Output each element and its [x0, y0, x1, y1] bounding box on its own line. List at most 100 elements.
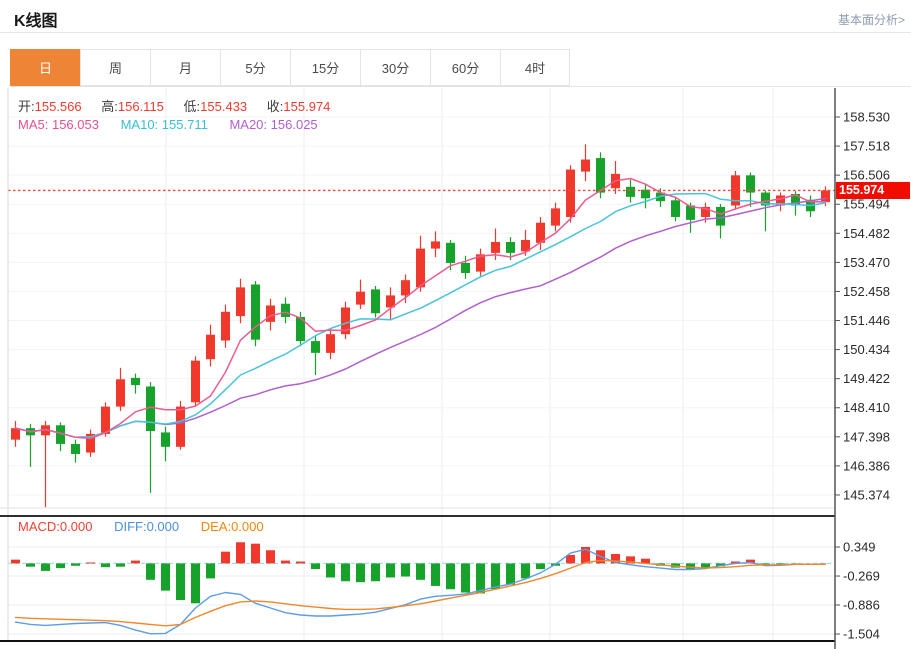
period-tabbar: 日周月 5分 15分 30分 60分 4时: [10, 49, 911, 87]
axis-label: 157.518: [843, 139, 890, 154]
candle: [626, 179, 635, 203]
axis-label: -1.504: [843, 627, 880, 642]
tab-period-6[interactable]: 60分: [430, 49, 500, 86]
macd-bar: [131, 560, 140, 564]
candle: [326, 329, 335, 360]
macd-bar: [341, 563, 350, 582]
current-price-badge: 155.974: [836, 182, 910, 199]
ohlc-readout: 开:155.566 高:156.115 低:155.433 收:155.974: [18, 96, 346, 115]
macd-bar: [521, 563, 530, 579]
axis-label: 151.446: [843, 313, 890, 328]
macd-readout: MACD:0.000 DIFF:0.000 DEA:0.000: [18, 519, 282, 534]
diff-label: DIFF:: [114, 519, 147, 534]
macd-label: MACD:: [18, 519, 60, 534]
dea-value: 0.000: [231, 519, 264, 534]
candle: [596, 152, 605, 199]
dea-label: DEA:: [200, 519, 232, 534]
axis-label: 149.422: [843, 371, 890, 386]
ma10-value: 155.711: [161, 117, 208, 132]
close-label: 收:: [266, 99, 284, 114]
macd-bar: [371, 563, 380, 582]
high-label: 高:: [101, 99, 118, 114]
candle: [71, 439, 80, 463]
ma5-value: 156.053: [51, 117, 99, 132]
macd-bar: [236, 542, 245, 564]
tab-period-5[interactable]: 30分: [360, 49, 430, 86]
macd-bar: [101, 563, 110, 568]
open-value: 155.566: [34, 99, 82, 114]
candle: [86, 429, 95, 457]
tab-period-3[interactable]: 5分: [220, 49, 290, 86]
candle: [776, 192, 785, 212]
axis-label: 154.482: [843, 226, 890, 241]
macd-bar: [491, 563, 500, 590]
macd-histogram: [11, 542, 800, 604]
candle: [341, 301, 350, 340]
kline-chart-canvas[interactable]: 158.530157.518156.506155.494154.482153.4…: [0, 88, 911, 649]
macd-bar: [536, 563, 545, 570]
candle: [611, 160, 620, 194]
candle: [131, 373, 140, 394]
macd-bar: [296, 561, 305, 564]
macd-bar: [161, 563, 170, 591]
candle: [431, 231, 440, 258]
candle: [176, 400, 185, 450]
diff-value: 0.000: [146, 519, 180, 534]
candle: [11, 420, 20, 447]
axis-label: 158.530: [843, 110, 890, 125]
tab-period-1[interactable]: 周: [80, 49, 150, 86]
macd-bar: [356, 563, 365, 583]
ma-readout: MA5: 156.053 MA10: 155.711 MA20: 156.025: [18, 117, 336, 132]
macd-bar: [146, 563, 155, 580]
axis-label: 152.458: [843, 284, 890, 299]
candles-layer: [11, 144, 830, 508]
macd-bar: [686, 563, 695, 570]
axis-label: 145.374: [843, 487, 890, 502]
tab-period-2[interactable]: 月: [150, 49, 220, 86]
tab-period-7[interactable]: 4时: [500, 49, 570, 86]
candle: [761, 191, 770, 232]
low-label: 低:: [183, 99, 201, 114]
macd-bar: [401, 563, 410, 577]
candle: [386, 287, 395, 321]
candle: [371, 285, 380, 318]
axis-label: 147.398: [843, 429, 890, 444]
kline-chart-widget: K线图 基本面分析> 日周月 5分 15分 30分 60分 4时 158.530 157.5…: [0, 0, 911, 649]
fundamental-analysis-link[interactable]: 基本面分析>: [838, 11, 905, 28]
candle: [236, 278, 245, 324]
candle: [116, 367, 125, 411]
macd-bar: [476, 563, 485, 594]
candle: [251, 281, 260, 347]
candle: [401, 274, 410, 304]
axis-label: 156.506: [843, 168, 890, 183]
macd-bar: [251, 543, 260, 564]
candle: [461, 255, 470, 279]
low-value: 155.433: [200, 99, 248, 114]
tab-period-0[interactable]: 日: [10, 49, 80, 86]
macd-bar: [416, 563, 425, 580]
macd-bar: [176, 563, 185, 601]
ma20-value: 156.025: [270, 117, 318, 132]
axis-label: 146.386: [843, 458, 890, 473]
macd-bar: [86, 562, 95, 564]
axis-label: 150.434: [843, 342, 890, 357]
macd-bar: [506, 563, 515, 585]
ma-lines-layer: [14, 177, 827, 440]
macd-bar: [191, 563, 200, 604]
macd-bar: [11, 559, 20, 564]
macd-bar: [311, 563, 320, 570]
macd-bar: [71, 563, 80, 566]
ma5-label: MA5:: [18, 117, 49, 132]
page-title: K线图: [14, 13, 58, 30]
candle: [206, 324, 215, 367]
candle: [551, 202, 560, 232]
tab-period-4[interactable]: 15分: [290, 49, 360, 86]
candle: [476, 248, 485, 276]
macd-bar: [446, 563, 455, 590]
axis-label: 0.349: [843, 540, 876, 555]
macd-bar: [461, 563, 470, 593]
axis-label: -0.886: [843, 597, 880, 612]
macd-value: 0.000: [59, 519, 93, 534]
candle: [356, 279, 365, 309]
macd-bar: [206, 563, 215, 579]
